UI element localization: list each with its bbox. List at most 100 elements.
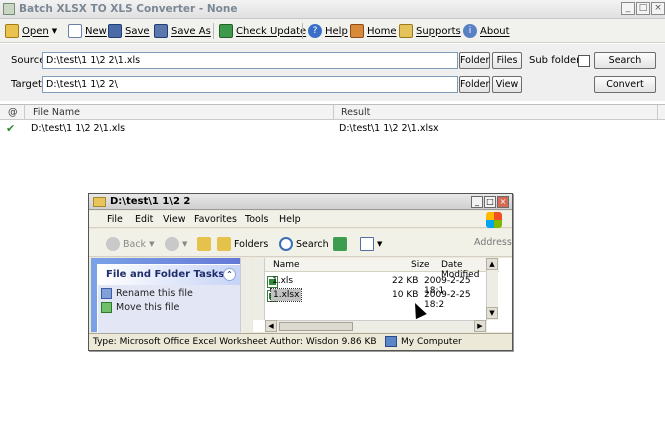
home-label: Home [367, 25, 397, 37]
column-file-name[interactable]: File Name [33, 107, 80, 118]
scroll-right-icon[interactable]: ▶ [474, 320, 486, 332]
source-folder-button[interactable]: Folder [459, 52, 490, 69]
column-result[interactable]: Result [341, 107, 370, 118]
explorer-minimize-button[interactable]: _ [471, 196, 483, 208]
convert-button[interactable]: Convert [594, 76, 656, 93]
close-button[interactable]: × [651, 2, 665, 15]
search-button[interactable]: Search [594, 52, 656, 69]
rename-file-task[interactable]: Rename this file [98, 285, 242, 299]
status-location: My Computer [401, 337, 462, 347]
rename-icon [101, 288, 112, 299]
home-button[interactable]: Home [350, 22, 397, 40]
app-icon [3, 3, 15, 15]
about-button[interactable]: i About [463, 22, 510, 40]
dropdown-arrow-icon: ▼ [149, 240, 155, 248]
status-details: Type: Microsoft Office Excel Worksheet A… [93, 337, 377, 347]
list-item-selected[interactable]: 1.xlsx 10 KB 2009-2-25 18:2 [267, 288, 487, 310]
search-tool-label: Search [296, 238, 329, 250]
menu-help[interactable]: Help [279, 214, 301, 225]
folders-button[interactable]: Folders [217, 237, 268, 251]
new-button[interactable]: New [68, 22, 107, 40]
search-tool-button[interactable]: Search [279, 237, 329, 251]
file-list: Name Size Date Modified 1.xls 22 KB 2009… [253, 258, 512, 332]
dropdown-arrow-icon: ▼ [377, 240, 383, 248]
up-folder-button[interactable] [197, 237, 211, 251]
sync-icon [333, 237, 347, 251]
supports-button[interactable]: Supports [399, 22, 461, 40]
explorer-status-bar: Type: Microsoft Office Excel Worksheet A… [89, 333, 512, 350]
save-button[interactable]: Save [108, 22, 150, 40]
task-pane: File and Folder Tasks ⌃ Rename this file… [91, 258, 249, 344]
maximize-button[interactable]: □ [636, 2, 650, 15]
task-pane-scrollbar[interactable] [240, 258, 252, 332]
supports-label: Supports [416, 25, 461, 37]
sync-button[interactable] [333, 237, 347, 251]
scroll-left-icon[interactable]: ◀ [265, 320, 277, 332]
help-button[interactable]: ? Help [308, 22, 348, 40]
forward-button[interactable]: ▼ [165, 237, 187, 251]
explorer-toolbar: Back ▼ ▼ Folders Search ▼ Address [89, 229, 512, 257]
back-button[interactable]: Back ▼ [106, 237, 154, 251]
view-button[interactable]: View [492, 76, 522, 93]
save-label: Save [125, 25, 150, 37]
file-name: 1.xlsx [269, 288, 303, 302]
scroll-up-icon[interactable]: ▲ [486, 258, 498, 270]
scroll-thumb[interactable] [279, 322, 353, 331]
menu-favorites[interactable]: Favorites [194, 214, 237, 225]
back-label: Back [123, 238, 147, 250]
explorer-close-button[interactable]: × [497, 196, 509, 208]
collapse-chevron-icon[interactable]: ⌃ [223, 268, 236, 281]
column-divider [333, 105, 334, 119]
open-button[interactable]: Open ▼ [5, 22, 57, 40]
file-name: 1.xls [272, 276, 294, 286]
list-horizontal-scrollbar[interactable]: ◀ ▶ [265, 320, 487, 332]
minimize-button[interactable]: _ [621, 2, 635, 15]
target-field[interactable]: D:\test\1 1\2 2\ [42, 76, 458, 93]
file-size: 10 KB [392, 290, 419, 300]
list-item[interactable]: 1.xls 22 KB 2009-2-25 18:1 [267, 275, 487, 296]
column-size[interactable]: Size [411, 260, 429, 270]
folders-icon [217, 237, 231, 251]
column-name[interactable]: Name [273, 260, 300, 270]
windows-logo-icon [486, 212, 502, 228]
file-folder-tasks: File and Folder Tasks ⌃ Rename this file… [97, 264, 243, 344]
explorer-title-bar: D:\test\1 1\2 2 _ □ × [89, 194, 512, 210]
task-pane-title: File and Folder Tasks [106, 269, 225, 280]
menu-edit[interactable]: Edit [135, 214, 153, 225]
toolbar-separator [302, 23, 303, 39]
forward-arrow-icon [165, 237, 179, 251]
move-file-task[interactable]: Move this file [98, 299, 242, 313]
save-as-icon [154, 24, 168, 38]
save-as-button[interactable]: Save As [154, 22, 211, 40]
source-field[interactable]: D:\test\1 1\2 2\1.xls [42, 52, 458, 69]
dropdown-arrow-icon: ▼ [182, 240, 188, 248]
list-left-scrollbar[interactable] [253, 258, 265, 320]
toolbar-separator [213, 23, 214, 39]
rename-file-label: Rename this file [116, 288, 193, 299]
source-label: Source [11, 55, 46, 66]
menu-file[interactable]: File [107, 214, 123, 225]
explorer-maximize-button[interactable]: □ [484, 196, 496, 208]
check-update-button[interactable]: Check Update [219, 22, 306, 40]
target-folder-button[interactable]: Folder [459, 76, 490, 93]
scroll-down-icon[interactable]: ▼ [486, 307, 498, 319]
check-update-label: Check Update [236, 25, 307, 37]
list-vertical-scrollbar[interactable]: ▲ ▼ [486, 258, 498, 320]
my-computer-icon [385, 336, 397, 347]
views-button[interactable]: ▼ [360, 237, 382, 251]
save-as-label: Save As [171, 25, 211, 37]
menu-tools[interactable]: Tools [245, 214, 268, 225]
back-arrow-icon [106, 237, 120, 251]
column-divider [24, 105, 25, 119]
about-label: About [480, 25, 510, 37]
toolbar: Open ▼ New Save Save As Check Update ? H… [0, 19, 665, 43]
column-status[interactable]: @ [8, 107, 18, 118]
row-file-name: D:\test\1 1\2 2\1.xls [31, 123, 126, 134]
grid-header: @ File Name Result [0, 105, 665, 120]
menu-view[interactable]: View [163, 214, 186, 225]
folders-label: Folders [234, 238, 269, 250]
subfolders-checkbox[interactable] [578, 55, 590, 67]
explorer-window: D:\test\1 1\2 2 _ □ × File Edit View Fav… [88, 193, 513, 351]
task-pane-header[interactable]: File and Folder Tasks ⌃ [98, 265, 242, 285]
files-button[interactable]: Files [492, 52, 522, 69]
